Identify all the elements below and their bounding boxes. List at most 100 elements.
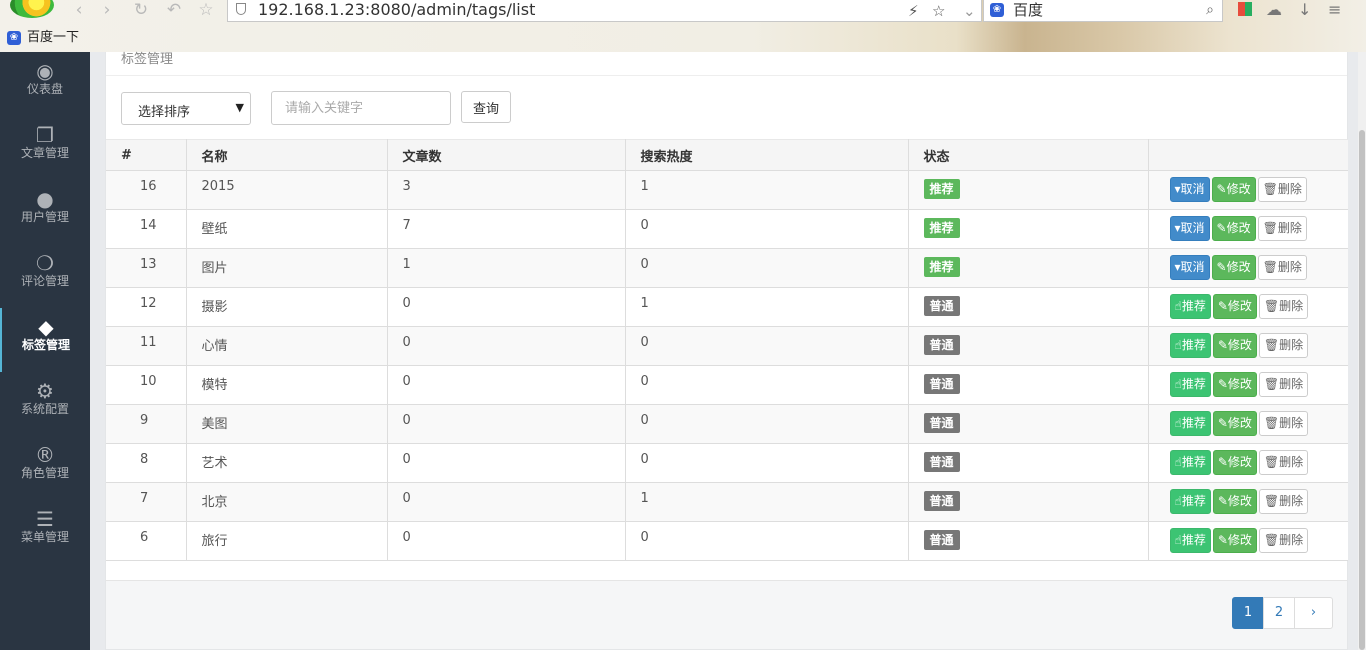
delete-button[interactable]: 🗑删除 — [1258, 294, 1309, 319]
forward-icon[interactable]: › — [96, 0, 118, 20]
sidebar-item-tags[interactable]: ◆ 标签管理 — [0, 308, 90, 372]
delete-button[interactable]: 🗑删除 — [1258, 528, 1309, 553]
delete-button[interactable]: 🗑删除 — [1257, 177, 1307, 202]
recommend-button[interactable]: ☝推荐 — [1169, 450, 1211, 475]
recommend-button[interactable]: ☝推荐 — [1169, 489, 1211, 514]
delete-button[interactable]: 🗑删除 — [1257, 255, 1307, 280]
recommend-button[interactable]: ☝推荐 — [1169, 372, 1211, 397]
delete-button[interactable]: 🗑删除 — [1258, 450, 1309, 475]
delete-button[interactable]: 🗑删除 — [1258, 411, 1309, 436]
status-cell: 普通 — [908, 287, 1149, 327]
sidebar-item-label: 文章管理 — [20, 146, 69, 160]
column-header: # — [106, 139, 187, 171]
download-icon[interactable]: ↓ — [1298, 0, 1311, 20]
edit-button[interactable]: ✎修改 — [1212, 411, 1257, 436]
status-badge: 普通 — [923, 296, 960, 316]
edit-button[interactable]: ✎修改 — [1212, 372, 1257, 397]
table-row: 6 旅行 0 0 普通 ☝推荐 ✎修改 🗑删除 — [106, 521, 1348, 561]
page-button[interactable]: 2 — [1263, 597, 1295, 629]
cancel-recommend-button[interactable]: ▾取消 — [1169, 177, 1210, 202]
edit-button[interactable]: ✎修改 — [1212, 489, 1257, 514]
delete-button[interactable]: 🗑删除 — [1258, 489, 1309, 514]
panel-footer: 1 2 › — [106, 580, 1347, 649]
dropdown-icon[interactable]: ⌄ — [963, 1, 976, 21]
status-badge: 推荐 — [923, 257, 960, 277]
recommend-button[interactable]: ☝推荐 — [1169, 294, 1211, 319]
registered-icon: ® — [35, 443, 55, 467]
delete-button[interactable]: 🗑删除 — [1258, 372, 1309, 397]
status-cell: 普通 — [908, 326, 1149, 366]
back-icon[interactable]: ‹ — [68, 0, 90, 20]
keyword-input[interactable] — [271, 91, 451, 125]
recommend-button[interactable]: ☝推荐 — [1169, 528, 1211, 553]
sidebar-item-articles[interactable]: ❐ 文章管理 — [0, 116, 90, 180]
bookmark-star-icon[interactable]: ☆ — [932, 1, 945, 21]
button-label: 取消 — [1180, 260, 1205, 274]
edit-button[interactable]: ✎修改 — [1211, 255, 1256, 280]
edit-button[interactable]: ✎修改 — [1212, 450, 1257, 475]
scrollbar[interactable] — [1358, 52, 1366, 650]
edit-button[interactable]: ✎修改 — [1212, 294, 1257, 319]
menu-icon[interactable]: ≡ — [1328, 0, 1341, 20]
undo-icon[interactable]: ↶ — [163, 0, 185, 20]
next-page-button[interactable]: › — [1294, 597, 1333, 629]
cancel-recommend-button[interactable]: ▾取消 — [1169, 255, 1210, 280]
sidebar-item-menus[interactable]: ☰ 菜单管理 — [0, 500, 90, 564]
actions-cell: ▾取消 ✎修改 🗑删除 — [1148, 248, 1348, 288]
sidebar-item-comments[interactable]: ❍ 评论管理 — [0, 244, 90, 308]
page-button[interactable]: 1 — [1232, 597, 1264, 629]
shield-icon — [236, 3, 246, 15]
article-count: 0 — [387, 326, 626, 366]
delete-button[interactable]: 🗑删除 — [1257, 216, 1307, 241]
tag-id: 14 — [106, 209, 187, 249]
apps-icon[interactable] — [1238, 2, 1252, 16]
article-count: 0 — [387, 365, 626, 405]
sidebar-item-roles[interactable]: ® 角色管理 — [0, 436, 90, 500]
sidebar-item-users[interactable]: ● 用户管理 — [0, 180, 90, 244]
search-heat: 0 — [625, 404, 909, 444]
sidebar-item-label: 评论管理 — [20, 274, 69, 288]
button-label: 删除 — [1279, 299, 1304, 313]
sort-select-value: 选择排序 — [138, 105, 191, 120]
button-label: 推荐 — [1181, 455, 1206, 469]
query-button[interactable]: 查询 — [461, 91, 511, 123]
edit-button[interactable]: ✎修改 — [1212, 333, 1257, 358]
star-icon[interactable]: ☆ — [195, 0, 217, 20]
search-heat: 0 — [625, 326, 909, 366]
scrollbar-thumb[interactable] — [1359, 130, 1365, 650]
tag-id: 16 — [106, 170, 187, 210]
search-heat: 0 — [625, 521, 909, 561]
sidebar-item-label: 标签管理 — [21, 338, 70, 352]
cloud-icon[interactable]: ☁ — [1266, 0, 1282, 20]
recommend-button[interactable]: ☝推荐 — [1169, 411, 1211, 436]
bookmark-label: 百度一下 — [27, 30, 80, 45]
button-label: 修改 — [1227, 377, 1252, 391]
tag-name: 壁纸 — [186, 209, 388, 249]
search-icon[interactable]: ⌕ — [1206, 2, 1214, 18]
button-label: 取消 — [1180, 221, 1205, 235]
button-label: 推荐 — [1181, 533, 1206, 547]
search-box[interactable]: ❀ 百度 ⌕ — [983, 0, 1223, 22]
button-label: 修改 — [1227, 338, 1252, 352]
panel-heading: 标签管理 — [106, 52, 1347, 76]
edit-button[interactable]: ✎修改 — [1211, 177, 1256, 202]
tag-name: 心情 — [186, 326, 388, 366]
gear-icon: ⚙ — [36, 379, 54, 403]
delete-button[interactable]: 🗑删除 — [1258, 333, 1309, 358]
reload-icon[interactable]: ↻ — [130, 0, 152, 20]
status-badge: 推荐 — [923, 179, 960, 199]
edit-button[interactable]: ✎修改 — [1212, 528, 1257, 553]
edit-button[interactable]: ✎修改 — [1211, 216, 1256, 241]
table-row: 9 美图 0 0 普通 ☝推荐 ✎修改 🗑删除 — [106, 404, 1348, 444]
status-badge: 普通 — [923, 491, 960, 511]
sort-select[interactable]: 选择排序 ▼ — [121, 92, 251, 125]
cancel-recommend-button[interactable]: ▾取消 — [1169, 216, 1210, 241]
actions-cell: ☝推荐 ✎修改 🗑删除 — [1148, 287, 1348, 327]
recommend-button[interactable]: ☝推荐 — [1169, 333, 1211, 358]
sidebar-item-settings[interactable]: ⚙ 系统配置 — [0, 372, 90, 436]
bookmark-baidu[interactable]: ❀ 百度一下 — [7, 29, 79, 47]
sidebar-item-dashboard[interactable]: ◉ 仪表盘 — [0, 52, 90, 116]
tag-name: 图片 — [186, 248, 388, 288]
lightning-icon[interactable]: ⚡ — [908, 1, 919, 21]
address-bar[interactable]: 192.168.1.23:8080/admin/tags/list ⚡ ☆ ⌄ — [227, 0, 982, 22]
